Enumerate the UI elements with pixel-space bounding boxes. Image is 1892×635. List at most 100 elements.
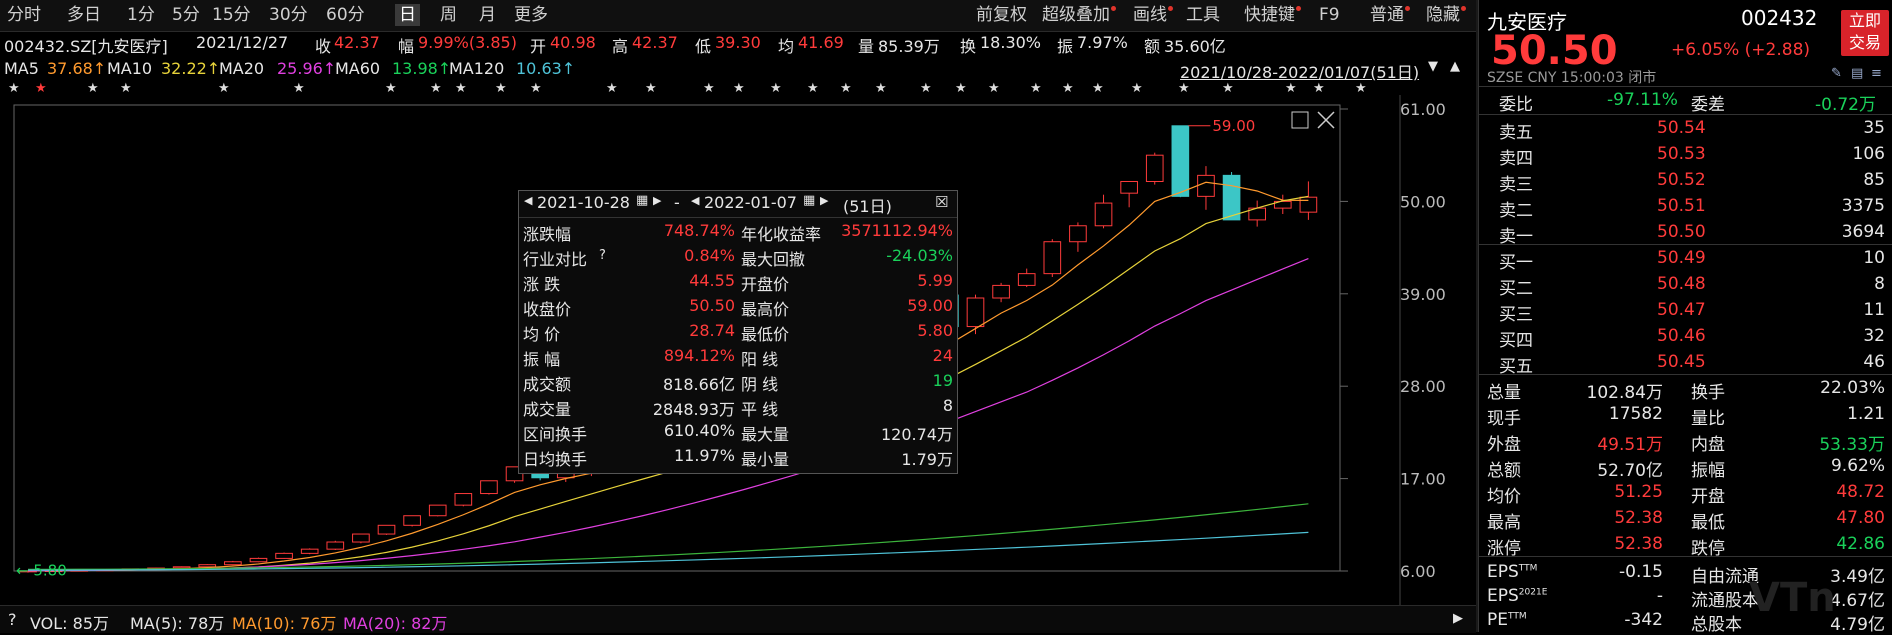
event-star-icon[interactable]: ★	[1313, 81, 1325, 96]
event-star-icon[interactable]: ★	[1062, 81, 1074, 96]
close-chart-icon[interactable]	[1317, 111, 1335, 129]
event-star-icon[interactable]: ★	[840, 81, 852, 96]
ask-level-row[interactable]: 卖三 50.52 85	[1479, 168, 1892, 195]
date-range-link[interactable]: 2021/10/28-2022/01/07(51日)	[1180, 59, 1419, 83]
event-star-icon[interactable]: ★	[1285, 81, 1297, 96]
event-star-icon[interactable]: ★	[955, 81, 967, 96]
event-star-icon[interactable]: ★	[120, 81, 132, 96]
toolbar-item-7[interactable]: 隐藏	[1422, 4, 1470, 26]
event-star-icon[interactable]: ★	[703, 81, 715, 96]
event-star-icon[interactable]: ★	[35, 81, 47, 96]
period-tab-1[interactable]: 多日	[63, 4, 105, 26]
event-star-icon[interactable]: ★	[530, 81, 542, 96]
period-tab-7[interactable]: 日	[395, 4, 420, 26]
scroll-right-icon[interactable]: ▶	[1453, 611, 1463, 626]
event-star-icon[interactable]: ★	[455, 81, 467, 96]
event-star-icon[interactable]: ★	[495, 81, 507, 96]
bid-level-row[interactable]: 买五 50.45 46	[1479, 350, 1892, 377]
close-icon[interactable]: ☒	[935, 193, 948, 211]
toolbar-item-4[interactable]: 快捷键	[1240, 4, 1305, 26]
period-tab-0[interactable]: 分时	[3, 4, 45, 26]
period-tab-6[interactable]: 60分	[322, 4, 369, 26]
chart-icon[interactable]: ▤	[1851, 66, 1863, 81]
quote-label: 均价	[1487, 487, 1521, 507]
trade-button[interactable]: 立即 交易	[1841, 10, 1889, 56]
stats-value: 818.66亿	[663, 375, 735, 394]
event-star-icon[interactable]: ★	[988, 81, 1000, 96]
flag-icon[interactable]: ▲	[1450, 59, 1460, 74]
candle-body	[1299, 196, 1318, 213]
fin-value: -342	[1624, 610, 1663, 630]
prev-start-icon[interactable]: ◀	[524, 194, 532, 207]
toolbar-item-6[interactable]: 普通	[1366, 4, 1414, 26]
event-star-icon[interactable]: ★	[645, 81, 657, 96]
event-star-icon[interactable]: ★	[1178, 81, 1190, 96]
quote-row: 均价 51.25 开盘 48.72	[1479, 480, 1892, 507]
candle-body	[300, 548, 319, 554]
help-icon[interactable]: ?	[8, 610, 17, 629]
book-price: 50.54	[1657, 118, 1706, 138]
edit-icon[interactable]: ✎	[1831, 66, 1842, 81]
event-star-icon[interactable]: ★	[218, 81, 230, 96]
prev-end-icon[interactable]: ◀	[691, 194, 699, 207]
calendar-icon[interactable]: ▦	[636, 193, 648, 208]
book-vol: 85	[1863, 170, 1885, 190]
next-end-icon[interactable]: ▶	[820, 194, 828, 207]
period-tab-4[interactable]: 15分	[208, 4, 255, 26]
stats-label: 平 线	[741, 400, 779, 419]
stats-row: 涨 跌 44.55 开盘价 5.99	[519, 271, 957, 296]
maximize-icon[interactable]	[1291, 111, 1309, 129]
quote-value: 51.25	[1614, 482, 1663, 502]
period-tab-5[interactable]: 30分	[265, 4, 312, 26]
bid-level-row[interactable]: 买三 50.47 11	[1479, 298, 1892, 325]
book-vol: 46	[1863, 352, 1885, 372]
next-start-icon[interactable]: ▶	[653, 194, 661, 207]
event-star-icon[interactable]: ★	[875, 81, 887, 96]
event-star-icon[interactable]: ★	[293, 81, 305, 96]
event-star-icon[interactable]: ★	[1092, 81, 1104, 96]
event-star-icon[interactable]: ★	[733, 81, 745, 96]
bid-level-row[interactable]: 买二 50.48 8	[1479, 272, 1892, 299]
low-value: 39.30	[715, 33, 761, 52]
bid-level-row[interactable]: 买四 50.46 32	[1479, 324, 1892, 351]
period-tab-2[interactable]: 1分	[123, 4, 159, 26]
dropdown-icon[interactable]: ▼	[1428, 59, 1438, 74]
fin-label-wrap: EPSTTM	[1487, 562, 1537, 582]
stats-value: -24.03%	[886, 246, 953, 265]
ma20-label: MA20	[219, 59, 265, 78]
quote-label: 总额	[1487, 461, 1521, 481]
event-star-icon[interactable]: ★	[1030, 81, 1042, 96]
toolbar-item-0[interactable]: 前复权	[972, 4, 1031, 26]
ask-level-row[interactable]: 卖五 50.54 35	[1479, 116, 1892, 143]
event-star-icon[interactable]: ★	[87, 81, 99, 96]
start-date[interactable]: 2021-10-28	[537, 193, 630, 212]
event-star-icon[interactable]: ★	[770, 81, 782, 96]
event-star-icon[interactable]: ★	[430, 81, 442, 96]
ask-level-row[interactable]: 卖四 50.53 106	[1479, 142, 1892, 169]
ask-level-row[interactable]: 卖一 50.50 3694	[1479, 220, 1892, 247]
low-label: 低	[695, 37, 712, 56]
event-star-icon[interactable]: ★	[1131, 81, 1143, 96]
event-star-icon[interactable]: ★	[1355, 81, 1367, 96]
toolbar-item-5[interactable]: F9	[1315, 4, 1344, 26]
period-tab-3[interactable]: 5分	[168, 4, 204, 26]
event-star-icon[interactable]: ★	[8, 81, 20, 96]
toolbar-item-1[interactable]: 超级叠加	[1038, 4, 1120, 26]
period-tab-10[interactable]: 更多	[510, 4, 552, 26]
event-star-icon[interactable]: ★	[1222, 81, 1234, 96]
help-icon[interactable]: ?	[599, 248, 606, 263]
event-star-icon[interactable]: ★	[807, 81, 819, 96]
toolbar-item-3[interactable]: 工具	[1182, 4, 1224, 26]
calendar-icon[interactable]: ▦	[803, 193, 815, 208]
period-tab-9[interactable]: 月	[475, 4, 500, 26]
end-date[interactable]: 2022-01-07	[704, 193, 797, 212]
ask-level-row[interactable]: 卖二 50.51 3375	[1479, 194, 1892, 221]
bid-level-row[interactable]: 买一 50.49 10	[1479, 246, 1892, 273]
more-icon[interactable]: ≡	[1871, 66, 1882, 81]
event-star-icon[interactable]: ★	[606, 81, 618, 96]
toolbar-item-2[interactable]: 画线	[1129, 4, 1177, 26]
event-star-icon[interactable]: ★	[920, 81, 932, 96]
event-star-icon[interactable]: ★	[385, 81, 397, 96]
ma120-line	[27, 531, 1309, 571]
period-tab-8[interactable]: 周	[436, 4, 461, 26]
